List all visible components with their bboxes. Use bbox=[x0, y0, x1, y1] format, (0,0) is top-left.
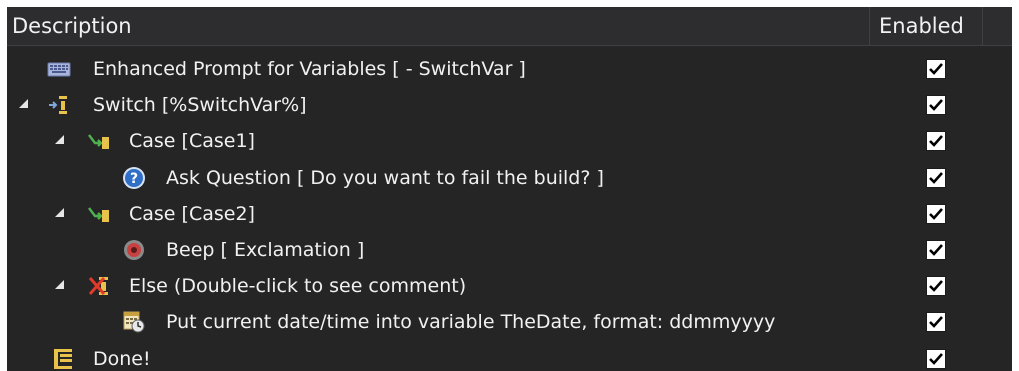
column-divider[interactable] bbox=[982, 7, 983, 45]
expand-collapse-icon[interactable] bbox=[19, 99, 28, 109]
switch-icon bbox=[47, 93, 71, 117]
enabled-checkbox[interactable] bbox=[926, 59, 946, 79]
enabled-checkbox[interactable] bbox=[926, 276, 946, 297]
tree-row[interactable]: Put current date/time into variable TheD… bbox=[7, 304, 1012, 340]
row-label: Case [Case2] bbox=[129, 202, 255, 225]
done-icon bbox=[51, 347, 75, 371]
else-icon bbox=[87, 274, 111, 298]
enabled-checkbox[interactable] bbox=[926, 239, 946, 260]
expand-collapse-icon[interactable] bbox=[55, 280, 64, 290]
enabled-checkbox[interactable] bbox=[926, 95, 946, 116]
keyboard-icon bbox=[47, 57, 71, 81]
calendar-clock-icon bbox=[122, 310, 146, 334]
tree-row[interactable]: Switch [%SwitchVar%] bbox=[7, 87, 1012, 123]
row-label: Case [Case1] bbox=[129, 130, 255, 153]
column-divider[interactable] bbox=[869, 7, 870, 45]
row-label: Else (Double-click to see comment) bbox=[129, 275, 467, 298]
enabled-checkbox[interactable] bbox=[926, 203, 946, 224]
row-label: Done! bbox=[93, 347, 151, 370]
enabled-checkbox[interactable] bbox=[926, 348, 946, 369]
tree-row[interactable]: Case [Case1] bbox=[7, 123, 1012, 159]
expand-collapse-icon[interactable] bbox=[55, 135, 64, 145]
row-label: Switch [%SwitchVar%] bbox=[93, 94, 307, 117]
question-icon: ? bbox=[122, 166, 146, 190]
tree-row[interactable]: Done! bbox=[7, 341, 1012, 371]
row-label: Beep [ Exclamation ] bbox=[166, 238, 365, 261]
expand-collapse-icon[interactable] bbox=[55, 207, 64, 217]
tree-row[interactable]: Case [Case2] bbox=[7, 196, 1012, 232]
description-column-header[interactable]: Description bbox=[12, 14, 132, 38]
case-icon bbox=[87, 129, 111, 153]
column-header: Description Enabled bbox=[7, 7, 1012, 46]
tree-row[interactable]: ? Ask Question [ Do you want to fail the… bbox=[7, 160, 1012, 196]
tree-row[interactable]: Enhanced Prompt for Variables [ - Switch… bbox=[7, 51, 1012, 87]
row-label: Put current date/time into variable TheD… bbox=[166, 311, 776, 334]
enabled-checkbox[interactable] bbox=[926, 131, 946, 152]
enabled-checkbox[interactable] bbox=[926, 312, 946, 333]
svg-text:?: ? bbox=[130, 171, 138, 187]
action-tree: Enhanced Prompt for Variables [ - Switch… bbox=[7, 51, 1012, 371]
case-icon bbox=[87, 202, 111, 226]
row-label: Ask Question [ Do you want to fail the b… bbox=[166, 166, 604, 189]
tree-row[interactable]: Else (Double-click to see comment) bbox=[7, 268, 1012, 304]
speaker-icon bbox=[122, 238, 146, 262]
enabled-checkbox[interactable] bbox=[926, 167, 946, 188]
action-list-panel: Description Enabled Enhanced Prompt for … bbox=[7, 7, 1012, 371]
enabled-column-header[interactable]: Enabled bbox=[879, 14, 964, 38]
tree-row[interactable]: Beep [ Exclamation ] bbox=[7, 232, 1012, 268]
row-label: Enhanced Prompt for Variables [ - Switch… bbox=[93, 58, 526, 80]
